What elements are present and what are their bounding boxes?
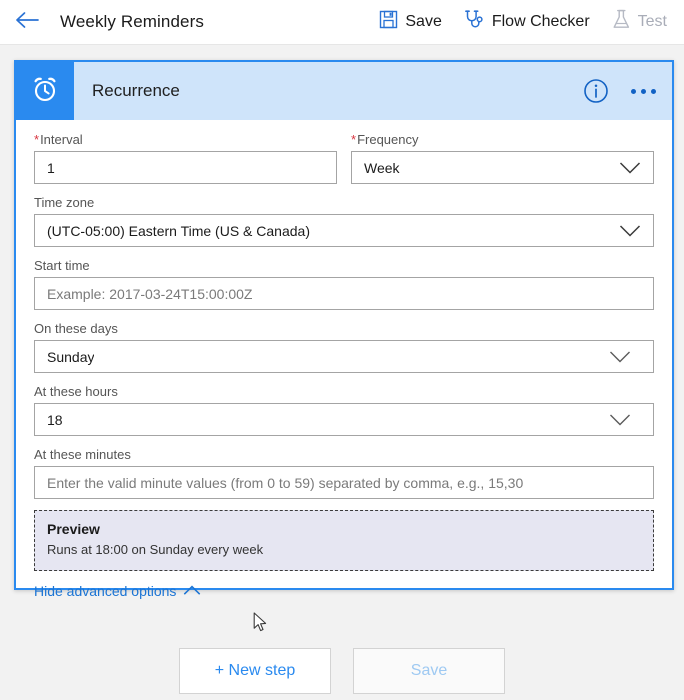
at-these-minutes-input[interactable]: Enter the valid minute values (from 0 to… xyxy=(34,466,654,499)
card-header-actions xyxy=(583,62,662,120)
start-time-placeholder: Example: 2017-03-24T15:00:00Z xyxy=(47,285,253,302)
frequency-dropdown[interactable]: Week xyxy=(351,151,654,184)
flask-icon xyxy=(612,9,631,35)
field-start-time: Start time Example: 2017-03-24T15:00:00Z xyxy=(34,258,654,310)
timezone-dropdown[interactable]: (UTC-05:00) Eastern Time (US & Canada) xyxy=(34,214,654,247)
at-these-minutes-placeholder: Enter the valid minute values (from 0 to… xyxy=(47,474,524,491)
at-these-hours-value: 18 xyxy=(47,411,63,428)
recurrence-card: Recurrence *Interval 1 *Frequency Week T… xyxy=(14,60,674,599)
timezone-label: Time zone xyxy=(34,195,95,210)
field-at-these-minutes: At these minutes Enter the valid minute … xyxy=(34,447,654,499)
on-these-days-dropdown[interactable]: Sunday xyxy=(34,340,654,373)
page-title: Weekly Reminders xyxy=(60,12,204,31)
frequency-value: Week xyxy=(364,159,400,176)
required-asterisk: * xyxy=(34,132,40,147)
footer-buttons: + New step Save xyxy=(0,648,684,694)
save-toolbar-button[interactable]: Save xyxy=(368,0,452,44)
field-interval: *Interval 1 xyxy=(34,132,337,184)
interval-value: 1 xyxy=(47,159,55,176)
field-frequency: *Frequency Week xyxy=(351,132,654,184)
arrow-left-icon xyxy=(15,11,39,34)
chevron-down-icon xyxy=(619,224,641,237)
preview-text: Runs at 18:00 on Sunday every week xyxy=(47,542,264,557)
ellipsis-dot xyxy=(641,88,646,94)
card-title: Recurrence xyxy=(92,81,180,100)
on-these-days-label: On these days xyxy=(34,321,118,336)
at-these-hours-label: At these hours xyxy=(34,384,118,399)
ellipsis-icon[interactable] xyxy=(625,81,662,102)
interval-label-text: Interval xyxy=(40,132,83,147)
at-these-minutes-label: At these minutes xyxy=(34,447,131,462)
test-button[interactable]: Test xyxy=(601,0,678,44)
card-icon-container xyxy=(16,62,74,120)
chevron-down-icon xyxy=(609,350,631,363)
chevron-down-icon xyxy=(619,161,641,174)
start-time-label: Start time xyxy=(34,258,90,273)
flow-checker-label: Flow Checker xyxy=(491,13,590,30)
toolbar-actions: Save Flow Checker Test xyxy=(368,0,678,44)
test-label: Test xyxy=(637,13,667,30)
alarm-clock-icon xyxy=(30,74,60,109)
frequency-label: *Frequency xyxy=(351,132,654,148)
stethoscope-icon xyxy=(464,9,485,35)
field-on-these-days: On these days Sunday xyxy=(34,321,654,373)
at-these-hours-dropdown[interactable]: 18 xyxy=(34,403,654,436)
field-timezone: Time zone (UTC-05:00) Eastern Time (US &… xyxy=(34,195,654,247)
interval-label: *Interval xyxy=(34,132,337,148)
info-circle-icon[interactable] xyxy=(583,78,609,104)
ellipsis-dot xyxy=(651,88,656,94)
frequency-label-text: Frequency xyxy=(357,132,419,147)
required-asterisk: * xyxy=(351,132,357,147)
hide-advanced-options-label: Hide advanced options xyxy=(34,583,177,599)
save-toolbar-label: Save xyxy=(405,13,442,30)
app-root: Weekly Reminders Save Flow Checker Test … xyxy=(0,0,684,700)
preview-box: Preview Runs at 18:00 on Sunday every we… xyxy=(34,510,654,571)
new-step-button[interactable]: + New step xyxy=(179,648,331,694)
interval-frequency-row: *Interval 1 *Frequency Week xyxy=(34,132,654,195)
mouse-cursor xyxy=(253,612,268,639)
toolbar-divider xyxy=(0,44,684,45)
top-toolbar: Weekly Reminders Save Flow Checker Test xyxy=(0,0,684,44)
preview-title: Preview xyxy=(47,521,100,537)
field-at-these-hours: At these hours 18 xyxy=(34,384,654,436)
start-time-input[interactable]: Example: 2017-03-24T15:00:00Z xyxy=(34,277,654,310)
back-button[interactable] xyxy=(0,0,54,44)
flow-checker-button[interactable]: Flow Checker xyxy=(453,0,601,44)
on-these-days-value: Sunday xyxy=(47,348,95,365)
card-body: *Interval 1 *Frequency Week Time zone (U… xyxy=(16,120,672,601)
card-header: Recurrence xyxy=(16,62,672,120)
interval-input[interactable]: 1 xyxy=(34,151,337,184)
save-floppy-icon xyxy=(379,10,398,34)
timezone-value: (UTC-05:00) Eastern Time (US & Canada) xyxy=(47,222,310,239)
save-button[interactable]: Save xyxy=(353,648,505,694)
hide-advanced-options-link[interactable]: Hide advanced options xyxy=(34,583,201,599)
chevron-down-icon xyxy=(609,413,631,426)
chevron-up-icon xyxy=(183,583,201,599)
ellipsis-dot xyxy=(631,88,636,94)
